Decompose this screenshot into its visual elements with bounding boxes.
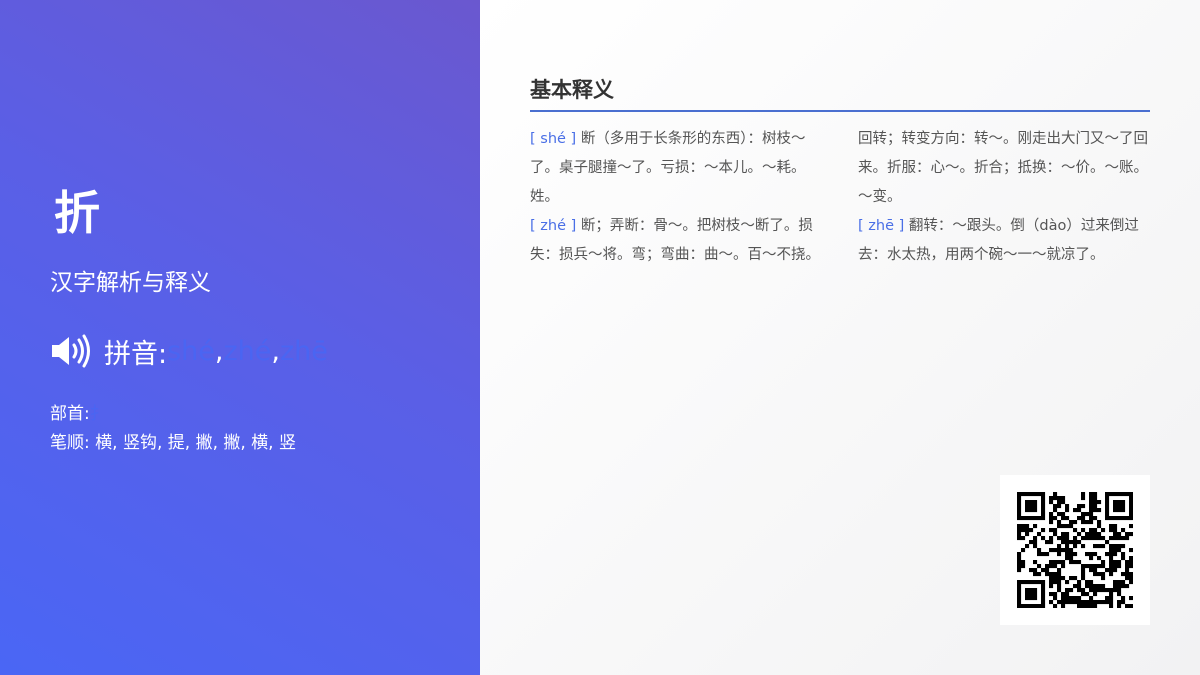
pinyin-separator: , — [214, 335, 224, 367]
pinyin-separator: , — [271, 335, 280, 367]
definition-panel: 基本释义 [ shé ] 断（多用于长条形的东西）：树枝～了。桌子腿撞～了。亏损… — [480, 0, 1200, 675]
character-panel: 折 汉字解析与释义 拼音: shé , zhé , zhē 部首:扌 笔顺: 横… — [0, 0, 480, 675]
stroke-order-label: 笔顺: — [50, 433, 90, 453]
stroke-order-line: 笔顺: 横, 竖钩, 提, 撇, 撇, 横, 竖 — [50, 433, 296, 453]
definition-reading: [ shé ] — [530, 131, 577, 147]
definition-reading: [ zhē ] — [858, 218, 905, 234]
qr-code-image — [1017, 492, 1133, 608]
section-title: 基本释义 — [530, 74, 1150, 112]
pinyin-label: 拼音: — [104, 338, 168, 370]
speaker-icon[interactable] — [50, 334, 92, 368]
stroke-order-value: 横, 竖钩, 提, 撇, 撇, 横, 竖 — [95, 433, 296, 453]
radical-value: 扌 — [89, 404, 107, 424]
definition-reading: [ zhé ] — [530, 218, 577, 234]
pinyin-reading-zhe-first-tone[interactable]: zhē — [280, 336, 328, 367]
radical-line: 部首:扌 — [50, 404, 107, 424]
definitions-list: [ shé ] 断（多用于长条形的东西）：树枝～了。桌子腿撞～了。亏损：～本儿。… — [530, 125, 1150, 270]
pinyin-row: 拼音: shé , zhé , zhē — [50, 333, 328, 370]
radical-label: 部首: — [50, 404, 90, 424]
character-heading: 折 — [54, 186, 100, 240]
qr-code — [1000, 475, 1150, 625]
pinyin-reading-she[interactable]: shé — [167, 336, 215, 367]
pinyin-reading-zhe[interactable]: zhé — [224, 336, 272, 367]
subtitle: 汉字解析与释义 — [50, 270, 211, 296]
definition-text: 断；弄断：骨～。把树枝～断了。损失：损兵～将。弯；弯曲：曲～。百～不挠。回转；转… — [530, 131, 1148, 263]
